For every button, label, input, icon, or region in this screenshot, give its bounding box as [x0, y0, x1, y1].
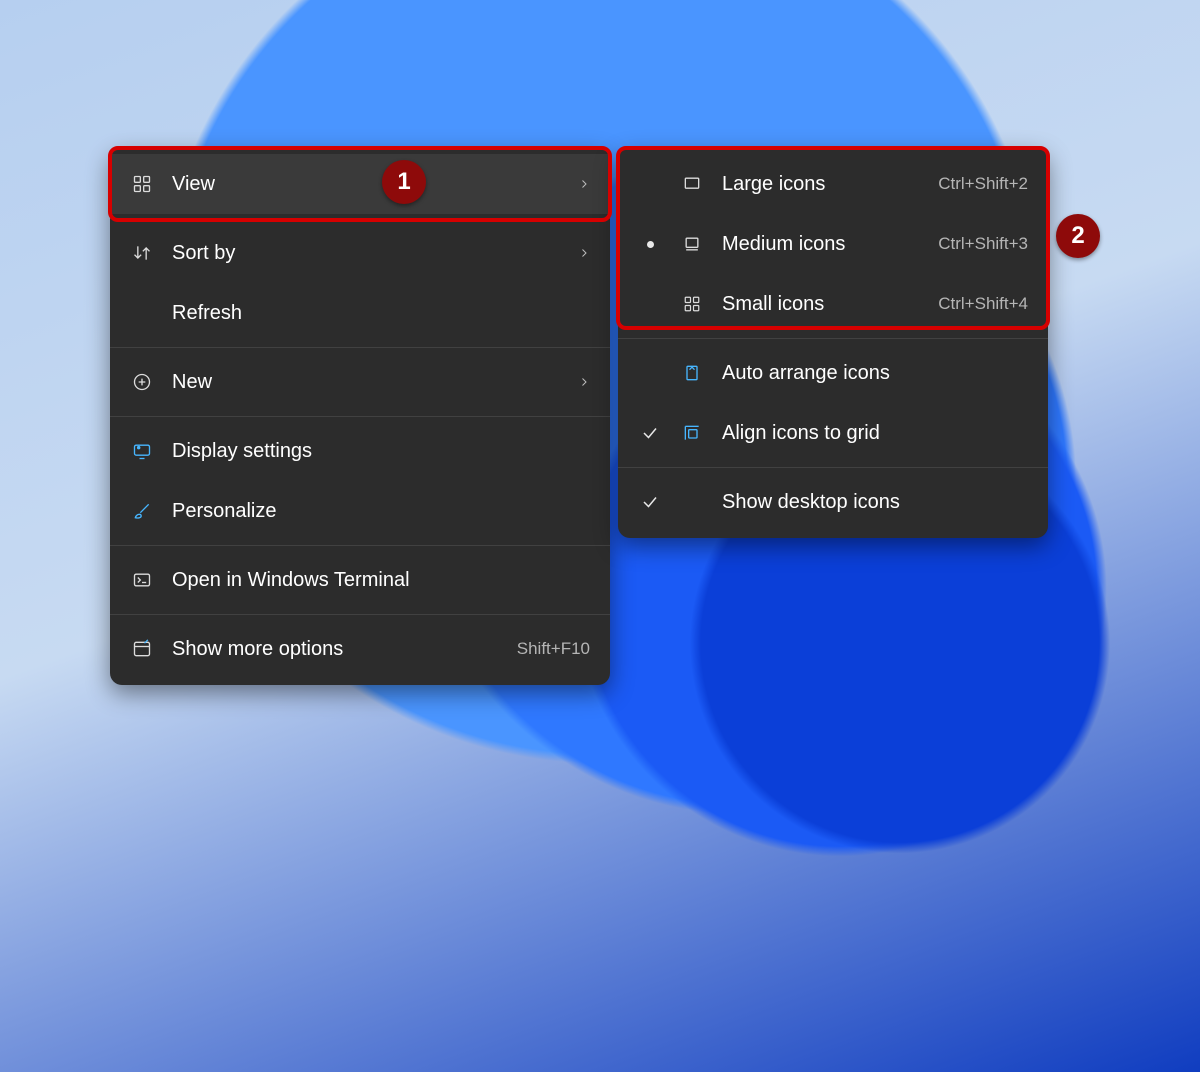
terminal-icon	[130, 568, 154, 592]
menu-item-personalize[interactable]: Personalize	[110, 481, 610, 541]
annotation-marker-1: 1	[382, 160, 426, 204]
radio-selected	[638, 241, 662, 248]
menu-label: Display settings	[172, 440, 590, 463]
align-grid-icon	[680, 421, 704, 445]
menu-label: Medium icons	[722, 233, 890, 256]
menu-divider	[110, 347, 610, 348]
menu-label: New	[172, 371, 560, 394]
chevron-right-icon	[578, 177, 590, 191]
large-icons-icon	[680, 172, 704, 196]
menu-divider	[618, 467, 1048, 468]
menu-label: Small icons	[722, 293, 890, 316]
chevron-right-icon	[578, 375, 590, 389]
check-icon	[638, 424, 662, 442]
menu-shortcut: Ctrl+Shift+2	[938, 174, 1028, 194]
menu-item-display-settings[interactable]: Display settings	[110, 421, 610, 481]
submenu-item-medium-icons[interactable]: Medium icons Ctrl+Shift+3	[618, 214, 1048, 274]
menu-label: Auto arrange icons	[722, 362, 1028, 385]
menu-label: Align icons to grid	[722, 422, 1028, 445]
submenu-item-align-to-grid[interactable]: Align icons to grid	[618, 403, 1048, 463]
menu-label: Personalize	[172, 500, 590, 523]
menu-item-new[interactable]: New	[110, 352, 610, 412]
menu-label: View	[172, 173, 560, 196]
display-settings-icon	[130, 439, 154, 463]
menu-divider	[618, 338, 1048, 339]
menu-item-refresh[interactable]: Refresh	[110, 283, 610, 343]
menu-label: Show desktop icons	[722, 491, 1028, 514]
menu-item-view[interactable]: View	[110, 154, 610, 214]
menu-divider	[110, 545, 610, 546]
menu-divider	[110, 218, 610, 219]
submenu-item-small-icons[interactable]: Small icons Ctrl+Shift+4	[618, 274, 1048, 334]
menu-shortcut: Shift+F10	[517, 639, 590, 659]
annotation-marker-2: 2	[1056, 214, 1100, 258]
plus-circle-icon	[130, 370, 154, 394]
menu-label: Sort by	[172, 242, 560, 265]
menu-item-show-more-options[interactable]: Show more options Shift+F10	[110, 619, 610, 679]
blank-icon	[680, 490, 704, 514]
menu-shortcut: Ctrl+Shift+4	[938, 294, 1028, 314]
menu-divider	[110, 416, 610, 417]
check-icon	[638, 493, 662, 511]
menu-shortcut: Ctrl+Shift+3	[938, 234, 1028, 254]
desktop-context-menu: View Sort by Refresh New	[110, 148, 610, 685]
medium-icons-icon	[680, 232, 704, 256]
view-submenu: Large icons Ctrl+Shift+2 Medium icons Ct…	[618, 148, 1048, 538]
brush-icon	[130, 499, 154, 523]
more-options-icon	[130, 637, 154, 661]
blank-icon	[130, 301, 154, 325]
menu-item-open-terminal[interactable]: Open in Windows Terminal	[110, 550, 610, 610]
grid-icon	[130, 172, 154, 196]
menu-label: Large icons	[722, 173, 890, 196]
chevron-right-icon	[578, 246, 590, 260]
auto-arrange-icon	[680, 361, 704, 385]
menu-label: Refresh	[172, 302, 590, 325]
submenu-item-show-desktop-icons[interactable]: Show desktop icons	[618, 472, 1048, 532]
menu-item-sort-by[interactable]: Sort by	[110, 223, 610, 283]
menu-divider	[110, 614, 610, 615]
menu-label: Show more options	[172, 638, 469, 661]
menu-label: Open in Windows Terminal	[172, 569, 590, 592]
sort-icon	[130, 241, 154, 265]
submenu-item-auto-arrange[interactable]: Auto arrange icons	[618, 343, 1048, 403]
submenu-item-large-icons[interactable]: Large icons Ctrl+Shift+2	[618, 154, 1048, 214]
small-icons-icon	[680, 292, 704, 316]
